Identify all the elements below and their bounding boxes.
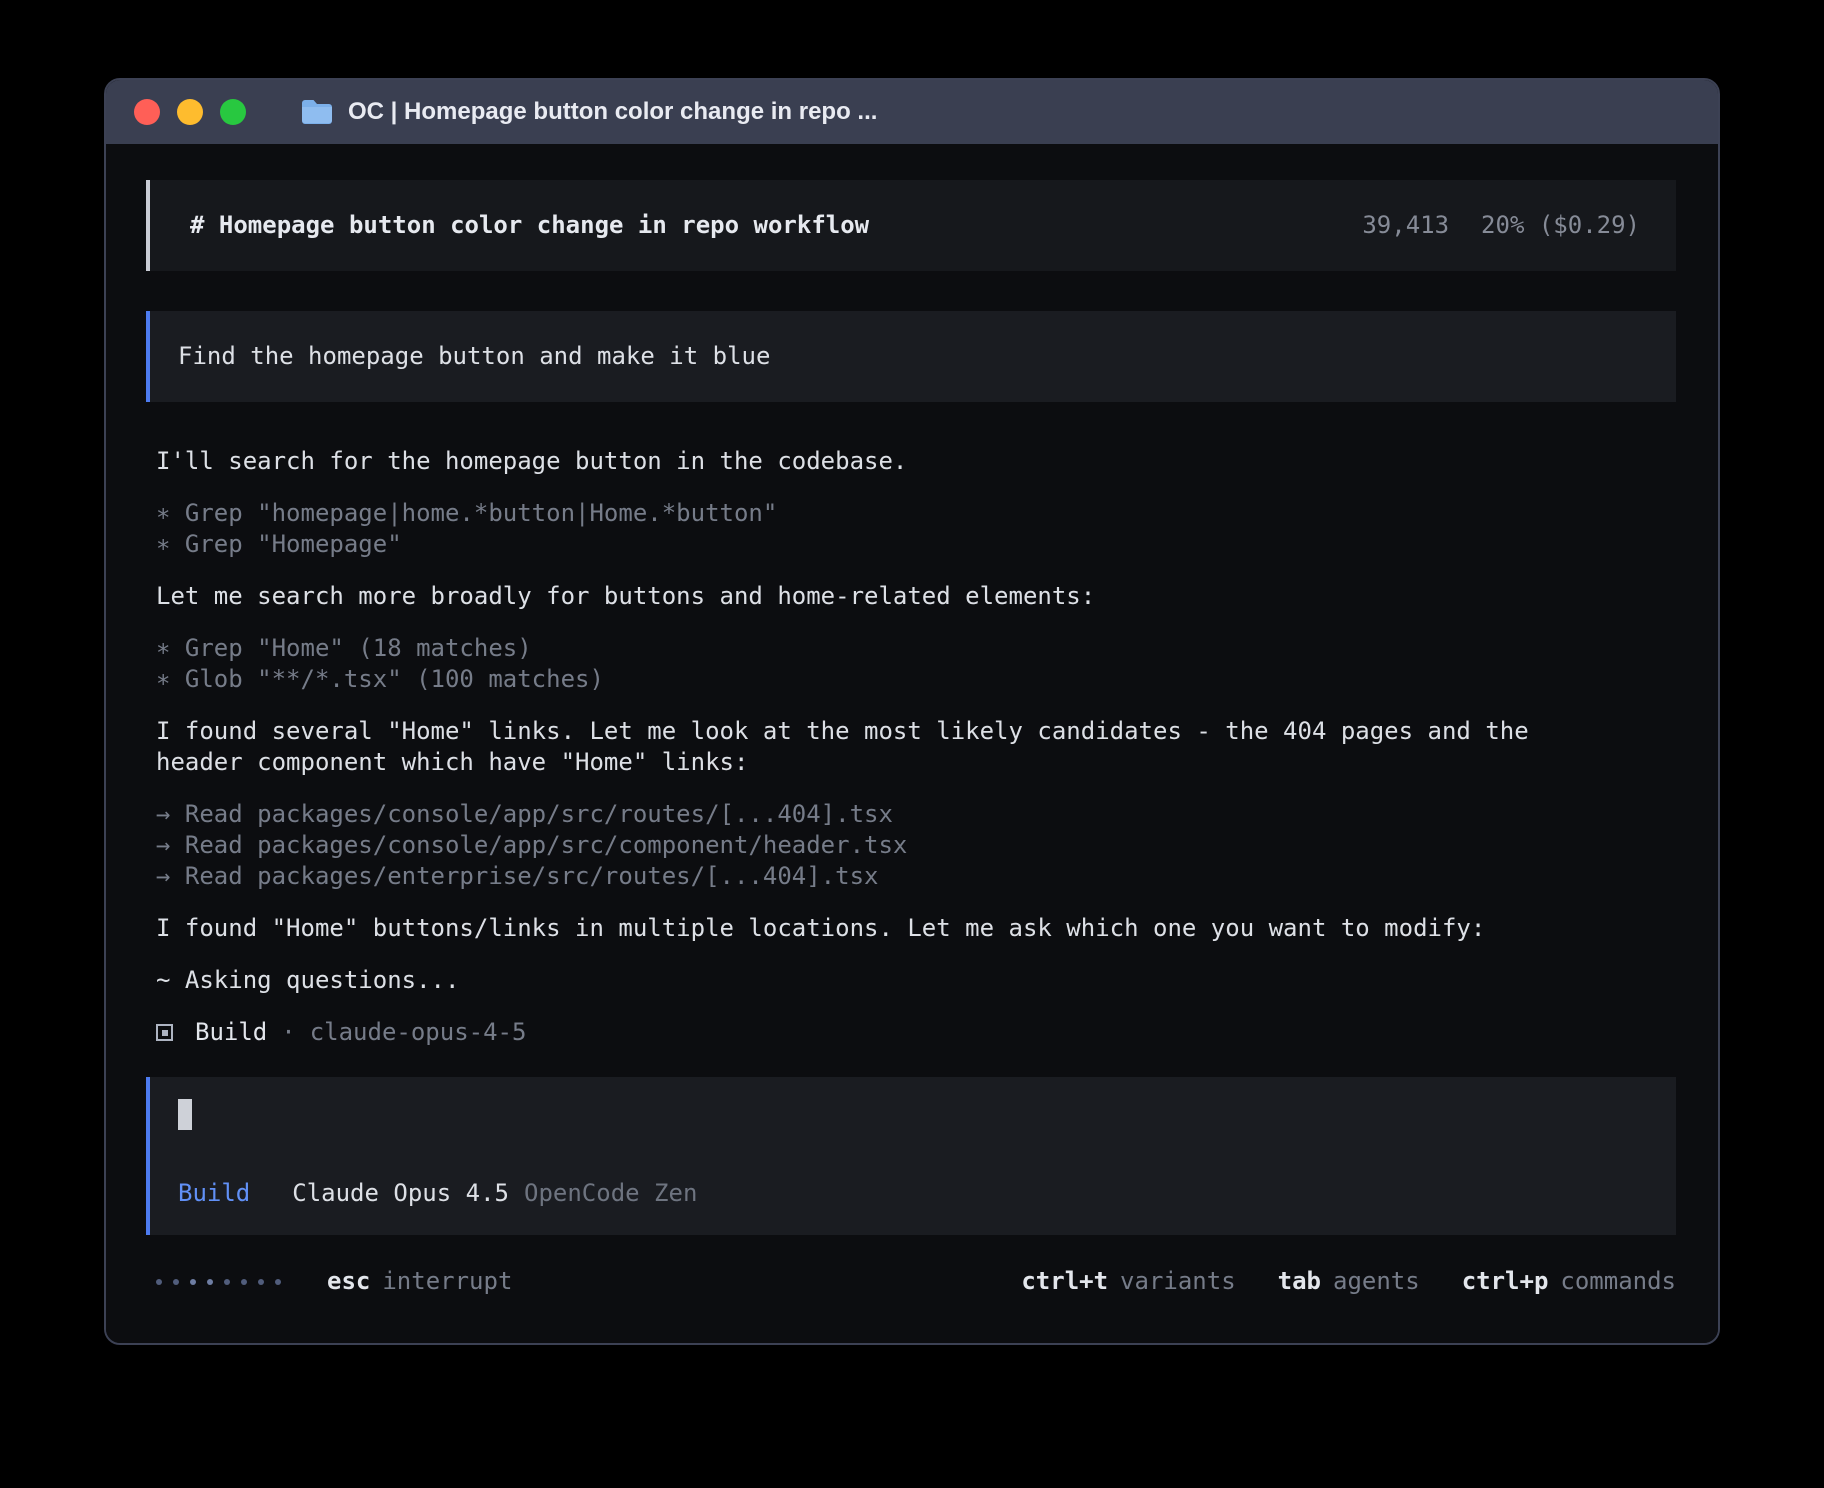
shortcut-interrupt: esc interrupt (327, 1266, 512, 1297)
tool-call-grep-glob: ∗ Grep "Home" (18 matches) ∗ Glob "**/*.… (156, 633, 1676, 695)
assistant-transcript: I'll search for the homepage button in t… (146, 446, 1676, 1017)
session-title: # Homepage button color change in repo w… (190, 210, 869, 241)
token-count: 39,413 (1362, 210, 1449, 241)
model-name[interactable]: Claude Opus 4.5 (292, 1178, 509, 1209)
provider-name: OpenCode Zen (524, 1178, 697, 1209)
assistant-text: Let me search more broadly for buttons a… (156, 581, 1676, 612)
text-cursor (178, 1099, 192, 1130)
shortcut-agents: tab agents (1278, 1266, 1420, 1297)
working-spinner (146, 1279, 281, 1285)
session-usage: 39,413 20% ($0.29) (1362, 210, 1640, 241)
ctrl-t-key: ctrl+t (1021, 1266, 1108, 1297)
folder-icon (300, 98, 334, 126)
commands-label: commands (1560, 1266, 1676, 1297)
tool-call-grep: ∗ Grep "homepage|home.*button|Home.*butt… (156, 498, 1676, 560)
esc-key: esc (327, 1266, 370, 1297)
esc-label: interrupt (382, 1266, 512, 1297)
agent-name: Build (195, 1017, 267, 1048)
agent-model: claude-opus-4-5 (310, 1017, 527, 1048)
shortcut-variants: ctrl+t variants (1021, 1266, 1235, 1297)
terminal-window: OC | Homepage button color change in rep… (104, 78, 1720, 1345)
status-bar: esc interrupt ctrl+t variants tab agents… (146, 1266, 1676, 1297)
mode-badge[interactable]: Build (178, 1178, 250, 1209)
user-message: Find the homepage button and make it blu… (146, 311, 1676, 402)
agent-icon (156, 1024, 173, 1041)
shortcut-commands: ctrl+p commands (1462, 1266, 1676, 1297)
status-bar-left: esc interrupt (146, 1266, 512, 1297)
agent-separator: · (281, 1017, 295, 1048)
close-window-button[interactable] (134, 99, 160, 125)
context-cost: 20% ($0.29) (1481, 210, 1640, 241)
tool-call-read: → Read packages/console/app/src/routes/[… (156, 799, 1676, 892)
zoom-window-button[interactable] (220, 99, 246, 125)
agent-status-row: Build · claude-opus-4-5 (146, 1017, 1676, 1048)
window-title: OC | Homepage button color change in rep… (348, 98, 877, 126)
agents-label: agents (1333, 1266, 1420, 1297)
user-message-text: Find the homepage button and make it blu… (178, 342, 770, 370)
session-view: # Homepage button color change in repo w… (106, 144, 1718, 1343)
ctrl-p-key: ctrl+p (1462, 1266, 1549, 1297)
tab-key: tab (1278, 1266, 1321, 1297)
minimize-window-button[interactable] (177, 99, 203, 125)
window-titlebar: OC | Homepage button color change in rep… (106, 80, 1718, 144)
input-mode-row: Build Claude Opus 4.5 OpenCode Zen (178, 1178, 1648, 1209)
window-controls (134, 99, 246, 125)
assistant-text: I found several "Home" links. Let me loo… (156, 716, 1676, 778)
assistant-text: I'll search for the homepage button in t… (156, 446, 1676, 477)
variants-label: variants (1120, 1266, 1236, 1297)
status-bar-right: ctrl+t variants tab agents ctrl+p comman… (1021, 1266, 1676, 1297)
session-header: # Homepage button color change in repo w… (146, 180, 1676, 271)
prompt-input[interactable]: Build Claude Opus 4.5 OpenCode Zen (146, 1077, 1676, 1235)
assistant-text: I found "Home" buttons/links in multiple… (156, 913, 1676, 944)
assistant-status-text: ~ Asking questions... (156, 965, 1676, 996)
